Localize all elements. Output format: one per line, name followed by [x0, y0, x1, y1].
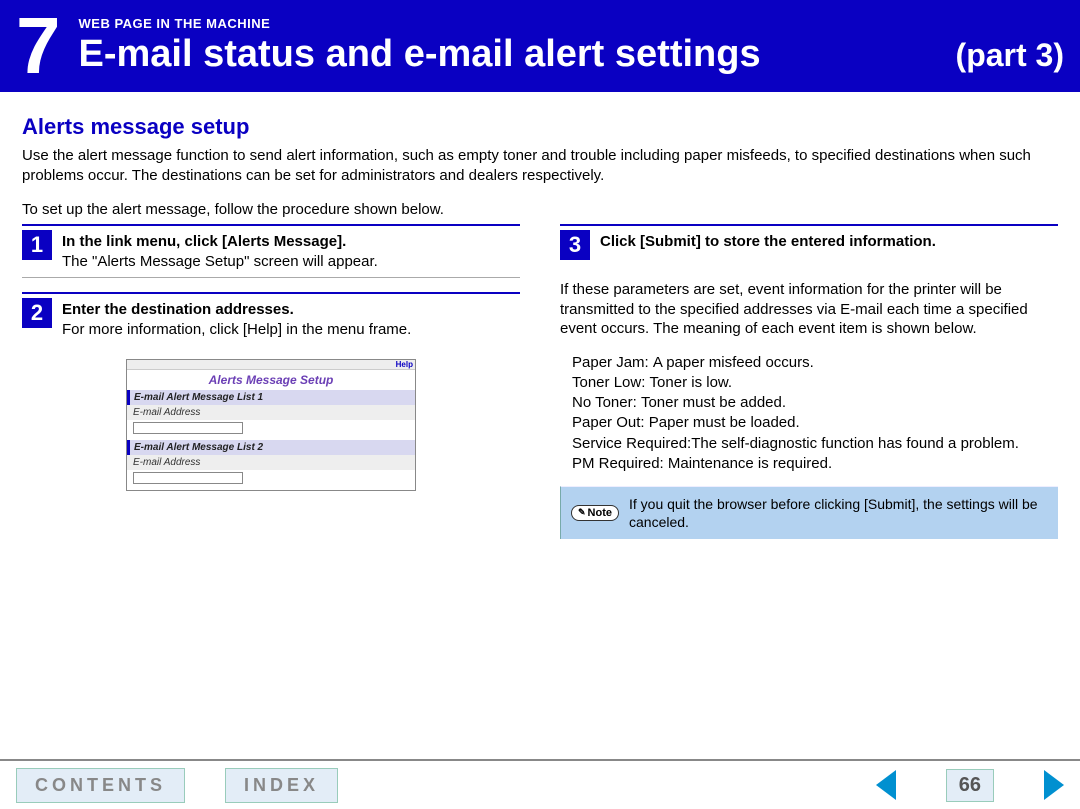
- event-desc: Paper must be loaded.: [649, 413, 1058, 433]
- event-label: Service Required:: [572, 434, 691, 454]
- footer-bar: CONTENTS INDEX 66: [0, 759, 1080, 809]
- note-badge: ✎Note: [571, 505, 619, 521]
- left-column: 1 In the link menu, click [Alerts Messag…: [22, 224, 520, 539]
- header-text-block: WEB PAGE IN THE MACHINE E-mail status an…: [73, 0, 1080, 92]
- prev-page-arrow-icon[interactable]: [876, 770, 896, 800]
- page-title: E-mail status and e-mail alert settings: [79, 33, 761, 76]
- next-page-arrow-icon[interactable]: [1044, 770, 1064, 800]
- screenshot-input-1: [133, 422, 243, 434]
- note-text: If you quit the browser before clicking …: [629, 495, 1048, 531]
- step-2: 2 Enter the destination addresses. For m…: [22, 292, 520, 345]
- screenshot-group1-header: E-mail Alert Message List 1: [127, 390, 415, 405]
- alerts-setup-screenshot: Help Alerts Message Setup E-mail Alert M…: [126, 359, 416, 491]
- step-number-badge: 2: [22, 298, 52, 328]
- index-button[interactable]: INDEX: [225, 768, 338, 803]
- event-label: PM Required:: [572, 454, 668, 474]
- note-badge-label: Note: [588, 506, 612, 520]
- screenshot-row-label: E-mail Address: [127, 405, 415, 420]
- event-list: Paper Jam: A paper misfeed occurs. Toner…: [560, 353, 1058, 475]
- step-title: Click [Submit] to store the entered info…: [600, 232, 936, 252]
- step-1: 1 In the link menu, click [Alerts Messag…: [22, 224, 520, 278]
- note-box: ✎Note If you quit the browser before cli…: [560, 486, 1058, 539]
- right-column: 3 Click [Submit] to store the entered in…: [560, 224, 1058, 539]
- chapter-overline: WEB PAGE IN THE MACHINE: [79, 16, 1080, 31]
- pencil-icon: ✎: [578, 507, 586, 519]
- event-label: Paper Jam:: [572, 353, 653, 373]
- screenshot-input-2: [133, 472, 243, 484]
- page-part: (part 3): [956, 37, 1064, 74]
- event-label: Paper Out:: [572, 413, 649, 433]
- chapter-number: 7: [0, 0, 73, 92]
- step-desc: For more information, click [Help] in th…: [62, 320, 411, 340]
- section-subintro: To set up the alert message, follow the …: [22, 201, 1058, 218]
- step-3: 3 Click [Submit] to store the entered in…: [560, 224, 1058, 266]
- explanation-paragraph: If these parameters are set, event infor…: [560, 280, 1058, 339]
- step-desc: The "Alerts Message Setup" screen will a…: [62, 252, 378, 272]
- event-label: Toner Low:: [572, 373, 650, 393]
- main-content: Alerts message setup Use the alert messa…: [0, 92, 1080, 539]
- event-desc: Toner must be added.: [641, 393, 1058, 413]
- chapter-header: 7 WEB PAGE IN THE MACHINE E-mail status …: [0, 0, 1080, 92]
- screenshot-title: Alerts Message Setup: [127, 370, 415, 390]
- page-number: 66: [946, 769, 994, 802]
- event-desc: Maintenance is required.: [668, 454, 1058, 474]
- screenshot-help-link: Help: [396, 360, 413, 369]
- screenshot-row-label: E-mail Address: [127, 455, 415, 470]
- event-desc: Toner is low.: [650, 373, 1058, 393]
- contents-button[interactable]: CONTENTS: [16, 768, 185, 803]
- event-desc: A paper misfeed occurs.: [653, 353, 1058, 373]
- event-desc: The self-diagnostic function has found a…: [691, 434, 1058, 454]
- section-title: Alerts message setup: [22, 114, 1058, 140]
- step-title: In the link menu, click [Alerts Message]…: [62, 232, 378, 252]
- event-label: No Toner:: [572, 393, 641, 413]
- section-intro: Use the alert message function to send a…: [22, 146, 1058, 185]
- screenshot-group2-header: E-mail Alert Message List 2: [127, 440, 415, 455]
- step-number-badge: 1: [22, 230, 52, 260]
- step-number-badge: 3: [560, 230, 590, 260]
- step-title: Enter the destination addresses.: [62, 300, 411, 320]
